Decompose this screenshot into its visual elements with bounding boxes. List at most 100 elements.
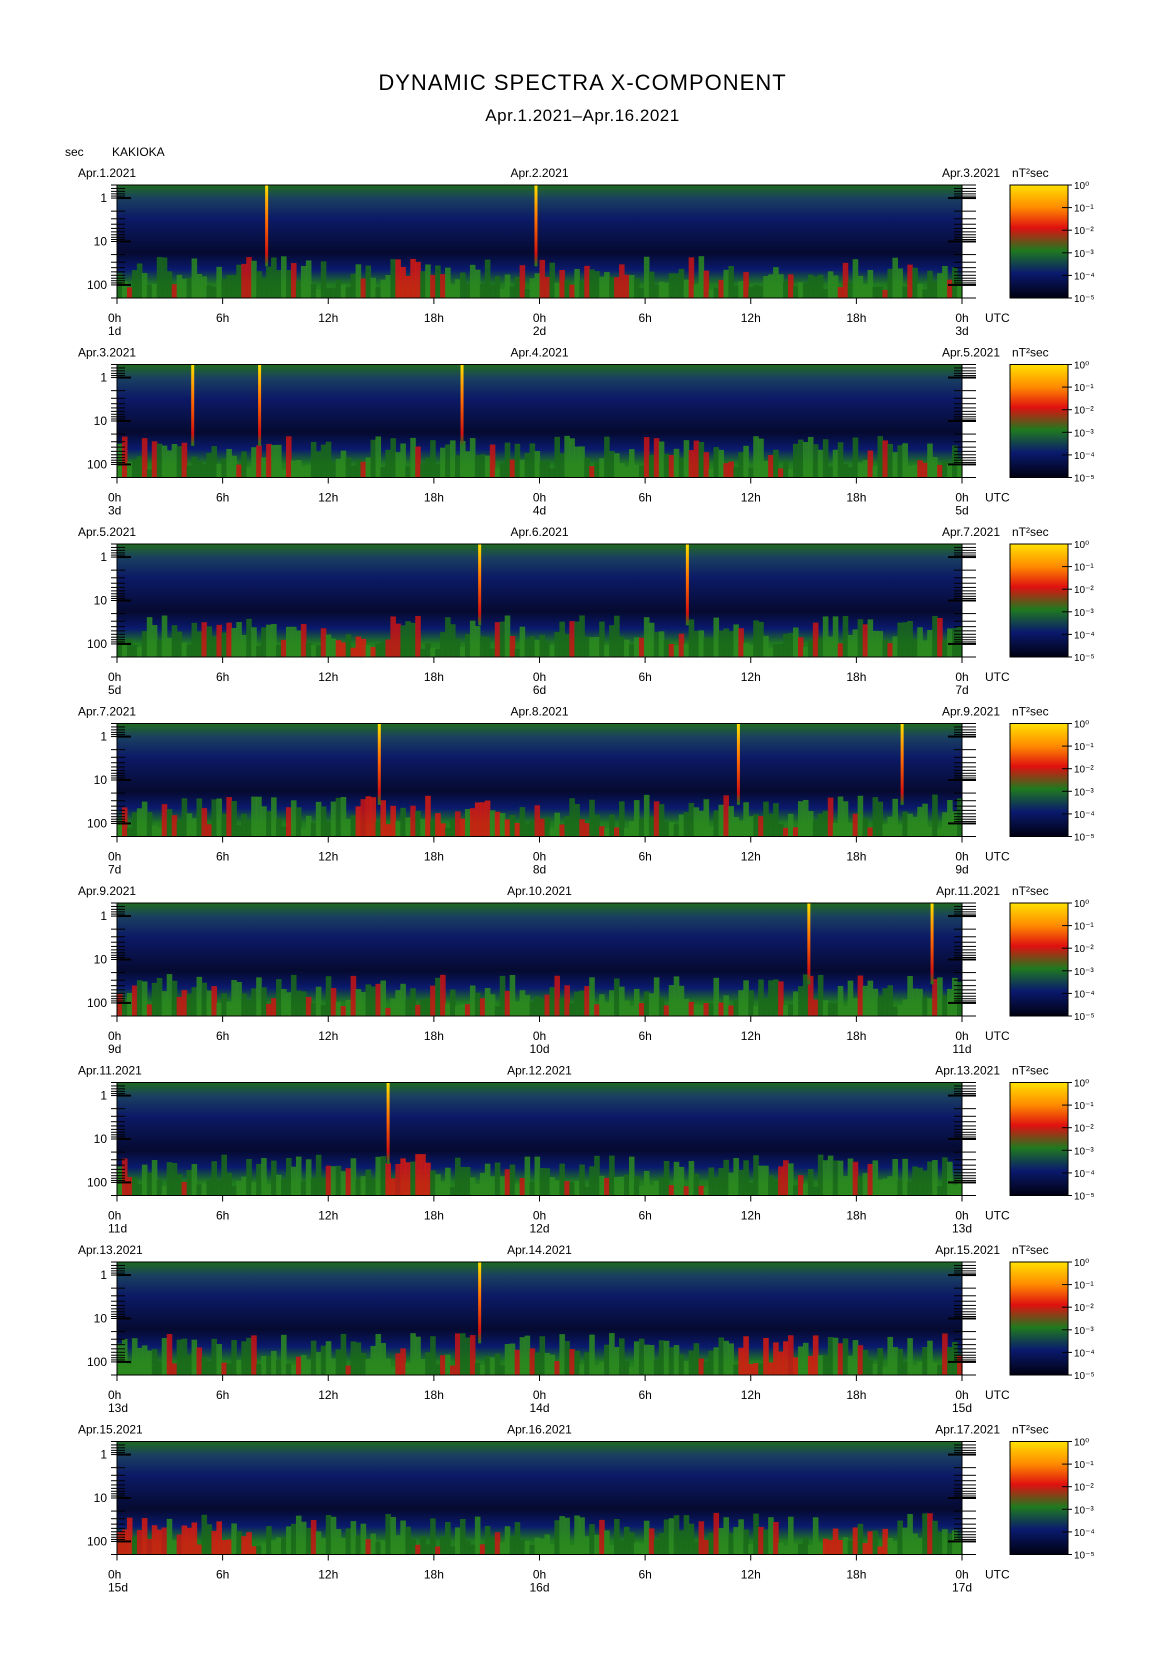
- spectrogram-cell: [564, 435, 570, 478]
- spectrogram-cell: [489, 648, 496, 657]
- spectrogram-cell: [241, 1536, 247, 1555]
- spectrogram-cell: [459, 1333, 466, 1375]
- day-label: 13d: [952, 1222, 972, 1236]
- spectrogram-cell: [136, 1347, 143, 1375]
- spectrogram-cell: [256, 977, 262, 1016]
- spectrogram-cell: [450, 1546, 456, 1555]
- spectrogram-cell: [131, 812, 138, 837]
- spectrogram-cell: [927, 630, 933, 657]
- spectrogram-cell: [385, 275, 391, 298]
- spectrogram-cell: [191, 818, 198, 837]
- spectrogram-cell: [355, 636, 362, 657]
- spectrogram-cell: [474, 1362, 481, 1375]
- spectrogram-cell: [783, 827, 789, 837]
- spectrogram-cell: [638, 1338, 645, 1375]
- spectrogram-cell: [166, 271, 173, 298]
- spectrogram-cell: [405, 1526, 411, 1555]
- spectrogram-cell: [703, 1361, 710, 1375]
- spectrogram-cell: [658, 1177, 665, 1196]
- spectrogram-cell: [156, 1529, 163, 1555]
- spectrogram-cell: [917, 627, 923, 657]
- spectrogram-cell: [335, 279, 342, 298]
- spectrogram-cell: [494, 811, 501, 837]
- spectrogram-cell: [509, 975, 516, 1016]
- spectrogram-cell: [728, 265, 734, 298]
- spectrogram-cell: [256, 271, 262, 298]
- spectrogram-cell: [633, 464, 640, 478]
- y-tick-label: 100: [87, 457, 107, 471]
- spectrogram-cell: [743, 1336, 749, 1375]
- spectrogram-cell: [922, 640, 928, 657]
- spectrogram-cell: [624, 1000, 630, 1016]
- spectrogram-cell: [350, 1158, 357, 1196]
- spectrogram-cell: [589, 637, 595, 657]
- spectrogram-cell: [579, 1164, 585, 1196]
- spectrogram-cell: [459, 1518, 466, 1555]
- spectrogram-cell: [191, 1339, 198, 1375]
- spectrogram-cell: [812, 622, 819, 657]
- spectrogram-cell: [778, 981, 784, 1016]
- spectrogram-cell: [758, 816, 764, 837]
- spectrogram-cell: [559, 1163, 565, 1196]
- colorbar-tick-label: 10⁻¹: [1074, 922, 1094, 933]
- y-tick-label: 10: [94, 1132, 108, 1146]
- spectrogram-cell: [648, 816, 655, 837]
- spectrogram-cell: [370, 277, 377, 298]
- spectrogram-cell: [564, 1341, 570, 1375]
- spectrogram-cell: [375, 1156, 382, 1196]
- spectrogram-cell: [758, 1526, 764, 1555]
- spectrogram-cell: [191, 258, 198, 298]
- spectrogram-cell: [882, 440, 889, 478]
- spectrogram-cell: [450, 440, 456, 478]
- spectrogram-cell: [748, 286, 754, 298]
- x-tick-label: 12h: [318, 1029, 338, 1043]
- panel-right-date: Apr.7.2021: [942, 525, 1000, 539]
- spectrogram-cell: [186, 1527, 193, 1555]
- spectrogram-cell: [693, 1541, 700, 1555]
- spectrogram-cell: [783, 633, 789, 657]
- panel-mid-date: Apr.2.2021: [510, 166, 568, 180]
- spectrogram-cell: [862, 460, 869, 478]
- spectrogram-cell: [350, 1521, 357, 1555]
- spectrogram-cell: [663, 1519, 670, 1555]
- spectrogram-cell: [569, 1182, 575, 1196]
- spectrogram-cell: [817, 274, 824, 298]
- spectrogram-spike: [534, 185, 538, 267]
- spectrogram-cell: [469, 438, 476, 478]
- day-label: 5d: [108, 683, 121, 697]
- spectrogram-cell: [614, 615, 620, 657]
- spectrogram-cell: [877, 1179, 884, 1196]
- spectrogram-cell: [126, 992, 133, 1016]
- spectrogram-cell: [440, 823, 446, 837]
- x-tick-label: 0h: [533, 491, 546, 505]
- x-tick-label: 0h: [108, 491, 121, 505]
- spectrogram-cell: [156, 640, 163, 657]
- spectrogram-cell: [897, 445, 903, 478]
- spectrogram-cell: [126, 1517, 133, 1555]
- spectrogram-cell: [509, 1535, 516, 1555]
- spectrogram-cell: [325, 1341, 332, 1375]
- spectrogram-cell: [415, 1544, 421, 1555]
- spectrogram-cell: [589, 799, 595, 837]
- spectrogram-cell: [335, 458, 342, 478]
- spectrogram-cell: [256, 1364, 262, 1375]
- spectrogram-cell: [663, 1160, 670, 1196]
- day-label: 15d: [108, 1581, 128, 1595]
- spectrogram-cell: [763, 1165, 769, 1196]
- spectrogram-cell: [524, 452, 531, 478]
- spectrogram-cell: [499, 1365, 506, 1375]
- spectrogram-cell: [609, 990, 615, 1016]
- spectrogram-cell: [325, 634, 332, 657]
- spectrogram-cell: [251, 627, 257, 657]
- spectrogram-cell: [628, 274, 635, 298]
- spectrogram-cell: [504, 274, 511, 298]
- spectrogram-cell: [464, 634, 471, 657]
- spectra-panel: Apr.3.2021 Apr.4.2021 Apr.5.2021 nT²sec1101…: [78, 346, 1095, 518]
- spectrogram-cell: [126, 639, 133, 657]
- spectrogram-cell: [937, 1186, 943, 1196]
- spectrogram-cell: [788, 1335, 794, 1375]
- spectrogram-cell: [594, 1534, 600, 1555]
- spectrogram-cell: [484, 637, 491, 657]
- spectrogram-cell: [574, 1180, 580, 1196]
- spectrogram-cell: [937, 1531, 943, 1555]
